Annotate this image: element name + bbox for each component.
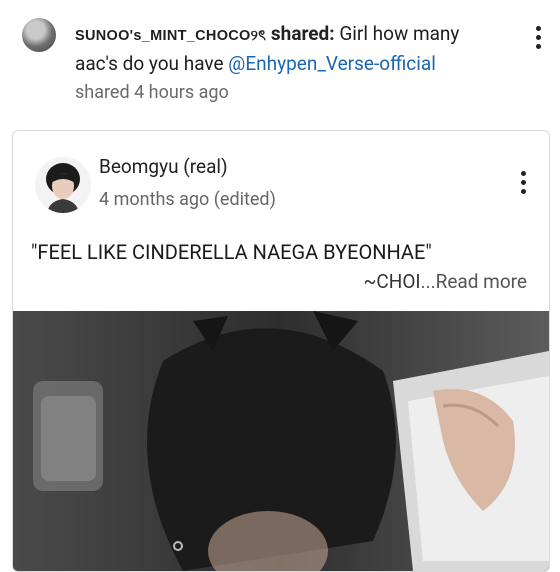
shared-post-card[interactable]: Beomgyu (real) 4 months ago (edited) "FE…: [12, 130, 550, 572]
mention-link[interactable]: @Enhypen_Verse-official: [228, 52, 436, 75]
post-text-line1: "FEEL LIKE CINDERELLA NAEGA BYEONHAE": [31, 240, 432, 264]
post-text: "FEEL LIKE CINDERELLA NAEGA BYEONHAE" ~C…: [31, 237, 527, 297]
share-header: SUNOO's_MINT_CHOCO୨ৎ shared: Girl how ma…: [0, 0, 560, 120]
post-photo: [13, 311, 549, 571]
post-text-signature: ~CHOI: [363, 270, 421, 293]
sharer-username[interactable]: SUNOO's_MINT_CHOCO୨ৎ: [75, 28, 266, 44]
read-more-link[interactable]: ...Read more: [421, 270, 527, 293]
profile-photo-icon: [35, 157, 91, 213]
post-text-line2: ~CHOI...Read more: [31, 267, 527, 297]
more-vert-icon[interactable]: [521, 171, 527, 194]
share-message: SUNOO's_MINT_CHOCO୨ৎ shared: Girl how ma…: [75, 20, 505, 78]
shared-label: shared:: [270, 22, 335, 45]
shared-time: shared 4 hours ago: [75, 82, 229, 103]
author-avatar[interactable]: [35, 157, 91, 213]
post-time: 4 months ago (edited): [99, 189, 276, 210]
author-name[interactable]: Beomgyu (real): [99, 155, 228, 178]
post-image[interactable]: [13, 311, 549, 571]
more-vert-icon[interactable]: [536, 26, 542, 49]
sharer-avatar[interactable]: [22, 18, 56, 52]
